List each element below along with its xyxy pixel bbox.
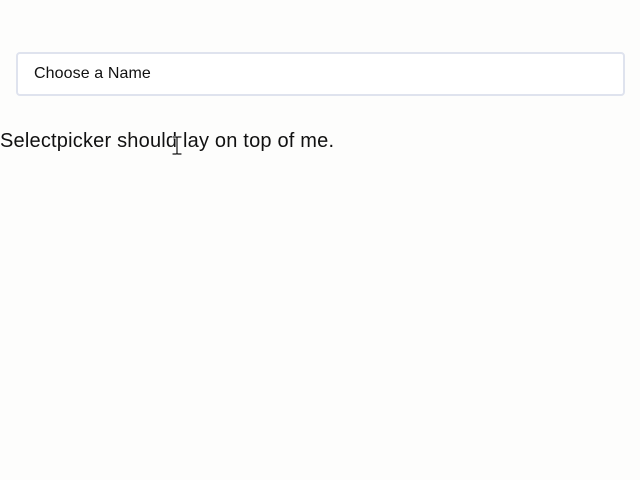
selectpicker-placeholder: Choose a Name bbox=[34, 65, 151, 82]
name-selectpicker[interactable]: Choose a Name bbox=[16, 52, 625, 96]
caption-text: Selectpicker should lay on top of me. bbox=[0, 130, 335, 152]
